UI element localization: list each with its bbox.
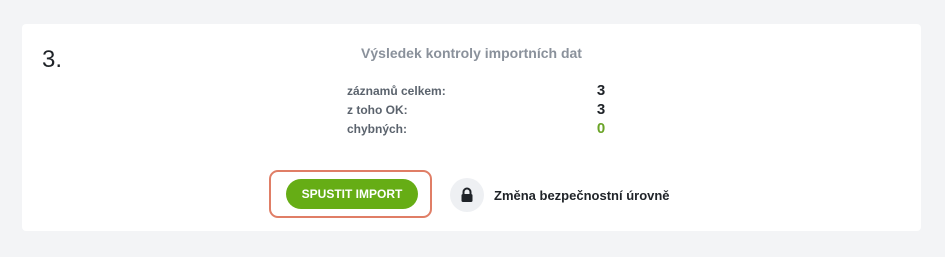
start-import-button[interactable]: SPUSTIT IMPORT	[286, 179, 418, 209]
result-title: Výsledek kontroly importních dat	[361, 45, 582, 61]
stat-row-errors: chybných: 0	[347, 119, 607, 138]
stat-label-ok: z toho OK:	[347, 102, 408, 117]
import-result-card: 3. Výsledek kontroly importních dat zázn…	[22, 24, 921, 231]
stat-value-total: 3	[596, 82, 606, 99]
stat-label-total: záznamů celkem:	[347, 83, 446, 98]
stat-label-errors: chybných:	[347, 121, 408, 136]
stats-table: záznamů celkem: 3 z toho OK: 3 chybných:…	[347, 81, 607, 138]
import-button-highlight: SPUSTIT IMPORT	[269, 170, 432, 218]
security-level-link[interactable]: Změna bezpečnostní úrovně	[450, 178, 670, 212]
stat-value-ok: 3	[596, 101, 606, 118]
lock-icon	[450, 178, 484, 212]
security-level-label: Změna bezpečnostní úrovně	[494, 187, 670, 203]
stat-value-errors: 0	[596, 120, 606, 137]
stat-row-total: záznamů celkem: 3	[347, 81, 607, 100]
stat-row-ok: z toho OK: 3	[347, 100, 607, 119]
